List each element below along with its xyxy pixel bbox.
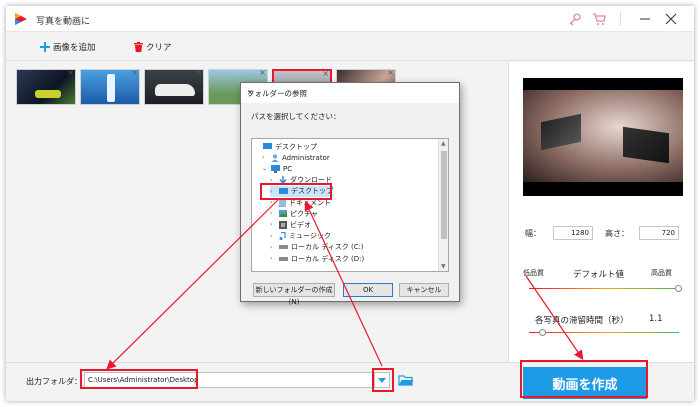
height-input[interactable]: 720 [639, 226, 679, 240]
video-icon [279, 220, 287, 229]
duration-slider-knob[interactable] [539, 329, 546, 336]
folder-tree-item[interactable]: › ビデオ [270, 219, 311, 230]
cart-icon[interactable] [592, 12, 606, 26]
duration-value: 1.1 [649, 314, 663, 324]
folder-tree[interactable]: › ローカル ディスク (D:) › ローカル ディスク (C:) › ミュージック › ビデ… [251, 138, 449, 272]
thumbnail-white-car[interactable]: × [144, 69, 204, 105]
title-bar: 写真を動画に [6, 6, 694, 32]
folder-tree-item-label: ローカル ディスク (D:) [291, 254, 365, 263]
pc-icon [271, 164, 280, 173]
folder-tree-item-label: Administrator [282, 153, 330, 162]
remove-icon[interactable]: × [387, 70, 394, 78]
folder-tree-item[interactable]: › ローカル ディスク (D:) [270, 253, 364, 264]
quality-high-label: 高品質 [651, 269, 672, 277]
scroll-thumb[interactable] [441, 151, 447, 239]
folder-tree-item[interactable]: › ローカル ディスク (C:) [270, 242, 364, 253]
clear-button[interactable]: クリア [134, 40, 172, 54]
duration-label: 各写真の滞留時間（秒） [535, 316, 629, 326]
window-title: 写真を動画に [36, 17, 91, 27]
chevron-down-icon[interactable]: ⌄ [262, 165, 268, 172]
folder-open-icon[interactable] [398, 374, 414, 387]
cancel-button[interactable]: キャンセル [399, 283, 449, 297]
user-icon [271, 154, 279, 162]
settings-pane: 幅： 1280 高さ： 720 低品質 デフォルト値 高品質 各写真の滞留時間（… [508, 62, 694, 362]
picture-icon [279, 210, 287, 218]
folder-tree-item[interactable]: デスクトップ [254, 141, 317, 152]
dialog-title-bar: フォルダーの参照 ✕ [241, 83, 459, 103]
scroll-up-icon[interactable]: ▲ [441, 140, 446, 147]
ok-button[interactable]: OK [343, 283, 393, 297]
output-folder-label: 出力フォルダ： [26, 377, 82, 386]
chevron-right-icon[interactable]: › [270, 210, 276, 217]
height-label: 高さ： [605, 229, 629, 238]
toolbar: 画像を追加 クリア [6, 33, 694, 61]
highlight-dropdown [372, 368, 394, 392]
chevron-right-icon[interactable]: › [270, 255, 276, 262]
chevron-right-icon[interactable]: › [270, 244, 276, 251]
quality-slider-track[interactable] [529, 288, 679, 289]
add-image-label: 画像を追加 [53, 43, 96, 53]
preview-image [523, 78, 683, 196]
remove-icon[interactable]: × [131, 70, 138, 78]
chevron-right-icon[interactable]: › [270, 221, 276, 228]
width-input[interactable]: 1280 [553, 226, 593, 240]
key-icon[interactable] [568, 12, 582, 26]
thumbnail-night-car[interactable]: × [16, 69, 76, 105]
highlight-desktop-item [260, 183, 332, 200]
music-icon [279, 232, 286, 241]
thumbnail-bottle-art[interactable]: × [80, 69, 140, 105]
remove-icon[interactable]: × [195, 70, 202, 78]
remove-icon[interactable]: × [67, 70, 74, 78]
add-image-button[interactable]: 画像を追加 [40, 40, 96, 54]
remove-icon[interactable]: × [322, 71, 329, 79]
folder-tree-item-label: ローカル ディスク (C:) [291, 243, 364, 252]
dialog-close-icon[interactable]: ✕ [247, 88, 453, 97]
dialog-prompt: パスを選択してください： [251, 112, 341, 121]
clear-label: クリア [146, 43, 172, 53]
app-logo-icon [15, 13, 27, 25]
chevron-right-icon[interactable]: › [262, 154, 268, 161]
quality-low-label: 低品質 [523, 269, 544, 277]
folder-tree-item-label: ミュージック [289, 232, 331, 241]
title-divider [620, 12, 621, 26]
folder-tree-item[interactable]: › Administrator [262, 152, 330, 163]
desktop-icon [263, 143, 272, 150]
remove-icon[interactable]: × [259, 70, 266, 78]
close-icon[interactable] [662, 10, 680, 28]
chevron-right-icon[interactable]: › [270, 199, 276, 206]
folder-tree-item[interactable]: › ピクチャ [270, 208, 318, 219]
folder-tree-item-label: ビデオ [290, 220, 311, 229]
scroll-down-icon[interactable]: ▼ [441, 263, 446, 270]
disk-icon [279, 256, 288, 262]
folder-tree-item[interactable]: › ミュージック [270, 231, 331, 242]
plus-icon [40, 42, 50, 52]
highlight-output-path [80, 369, 198, 389]
tree-scrollbar[interactable]: ▲ ▼ [438, 139, 448, 271]
chevron-right-icon[interactable]: › [270, 233, 276, 240]
width-label: 幅： [525, 229, 541, 238]
folder-tree-item-label: ピクチャ [290, 209, 318, 218]
folder-tree-item-label: デスクトップ [275, 142, 317, 151]
quality-default-label: デフォルト値 [573, 270, 625, 280]
new-folder-button[interactable]: 新しいフォルダーの作成(N) [253, 283, 335, 306]
quality-slider-knob[interactable] [675, 285, 682, 292]
trash-icon [134, 42, 143, 52]
highlight-create-button [520, 360, 648, 398]
folder-tree-item[interactable]: ⌄ PC [262, 163, 292, 174]
disk-icon [279, 244, 288, 250]
duration-slider-track[interactable] [529, 332, 679, 333]
minimize-icon[interactable] [636, 10, 654, 28]
folder-tree-item-label: PC [283, 164, 293, 173]
